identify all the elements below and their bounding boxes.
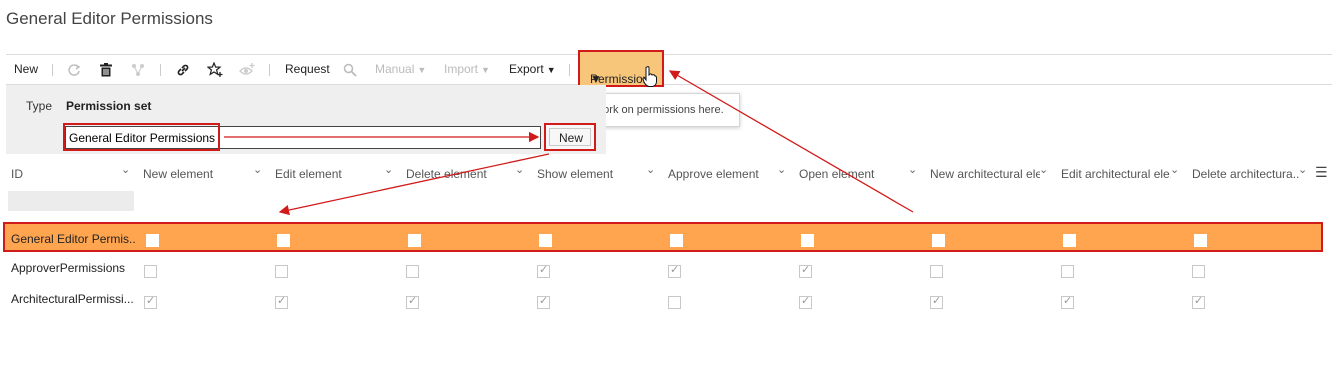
- column-menu-icon[interactable]: ☰: [1315, 164, 1328, 181]
- permission-checkbox[interactable]: [144, 265, 157, 278]
- permission-checkbox[interactable]: [1061, 294, 1074, 309]
- permission-checkbox[interactable]: [275, 265, 288, 278]
- chevron-down-icon[interactable]: ⌄: [1039, 163, 1048, 176]
- permission-checkbox[interactable]: [668, 263, 681, 278]
- toolbar-divider: [160, 64, 161, 76]
- permission-set-label: Permission set: [66, 99, 152, 113]
- chevron-down-icon[interactable]: ⌄: [1298, 163, 1307, 176]
- chevron-down-icon: ▼: [481, 65, 490, 75]
- chevron-down-icon[interactable]: ⌄: [1170, 163, 1179, 176]
- link-icon[interactable]: [175, 62, 191, 78]
- toolbar: New Request Manual ▼ Import ▼ Export ▼ Perm…: [6, 50, 1332, 87]
- toolbar-divider: [569, 64, 570, 76]
- permission-checkbox[interactable]: [1192, 265, 1205, 278]
- permission-checkbox[interactable]: [1061, 265, 1074, 278]
- refresh-icon[interactable]: [66, 62, 82, 78]
- table-row[interactable]: General Editor Permis...: [3, 222, 1323, 252]
- hierarchy-icon[interactable]: [130, 62, 146, 78]
- manual-dropdown[interactable]: Manual ▼: [375, 55, 426, 84]
- column-header-new-element[interactable]: New element: [143, 167, 250, 181]
- chevron-down-icon[interactable]: ⌄: [253, 163, 262, 176]
- permission-checkbox[interactable]: [801, 234, 814, 247]
- permission-checkbox[interactable]: [406, 265, 419, 278]
- permission-checkbox[interactable]: [408, 234, 421, 247]
- permission-checkbox[interactable]: [1063, 234, 1076, 247]
- permissions-dropdown[interactable]: Permissions ▼: [578, 50, 664, 87]
- export-label: Export: [509, 62, 544, 76]
- new-button-label: New: [559, 131, 584, 145]
- permission-checkbox[interactable]: [668, 296, 681, 309]
- permission-checkbox[interactable]: [144, 294, 157, 309]
- permission-checkbox[interactable]: [930, 294, 943, 309]
- permission-checkbox[interactable]: [537, 263, 550, 278]
- eye-add-icon[interactable]: [239, 62, 255, 78]
- hand-cursor-icon: [642, 66, 657, 87]
- column-header-show-element[interactable]: Show element: [537, 167, 644, 181]
- column-header-edit-architectural-element[interactable]: Edit architectural ele...: [1061, 167, 1171, 181]
- id-filter-input[interactable]: [8, 191, 134, 211]
- input-highlight-box: [63, 123, 220, 151]
- chevron-down-icon[interactable]: ⌄: [384, 163, 393, 176]
- permission-checkbox[interactable]: [146, 234, 159, 247]
- column-header-open-element[interactable]: Open element: [799, 167, 906, 181]
- request-button[interactable]: Request: [285, 55, 330, 84]
- toolbar-divider: [52, 64, 53, 76]
- new-permission-form: Type Permission set New: [6, 85, 606, 154]
- chevron-down-icon[interactable]: ⌄: [515, 163, 524, 176]
- permission-checkbox[interactable]: [537, 294, 550, 309]
- star-add-icon[interactable]: [207, 62, 223, 78]
- chevron-down-icon[interactable]: ⌄: [908, 163, 917, 176]
- table-row[interactable]: ApproverPermissions: [6, 253, 1332, 283]
- new-toolbar-button[interactable]: New: [14, 55, 38, 84]
- delete-icon[interactable]: [98, 62, 114, 78]
- chevron-down-icon: ▼: [590, 72, 602, 86]
- toolbar-divider: [269, 64, 270, 76]
- type-label: Type: [26, 99, 53, 113]
- table-row[interactable]: ArchitecturalPermissi...: [6, 284, 1332, 314]
- grid-header: ID ⌄ New element ⌄ Edit element ⌄ Delete…: [6, 162, 1332, 184]
- chevron-down-icon: ▼: [417, 65, 427, 75]
- column-header-delete-element[interactable]: Delete element: [406, 167, 513, 181]
- permission-checkbox[interactable]: [275, 294, 288, 309]
- permission-checkbox[interactable]: [932, 234, 945, 247]
- column-header-edit-element[interactable]: Edit element: [275, 167, 382, 181]
- export-dropdown[interactable]: Export ▼: [509, 55, 556, 84]
- page-title: General Editor Permissions: [6, 9, 213, 28]
- permission-checkbox[interactable]: [1192, 294, 1205, 309]
- permission-checkbox[interactable]: [799, 263, 812, 278]
- chevron-down-icon[interactable]: ⌄: [646, 163, 655, 176]
- row-id-cell: ArchitecturalPermissi...: [11, 292, 134, 306]
- import-dropdown[interactable]: Import ▼: [444, 55, 490, 84]
- permission-checkbox[interactable]: [277, 234, 290, 247]
- chevron-down-icon[interactable]: ⌄: [777, 163, 786, 176]
- column-header-approve-element[interactable]: Approve element: [668, 167, 775, 181]
- chevron-down-icon[interactable]: ⌄: [121, 163, 130, 176]
- create-permission-set-button[interactable]: New: [544, 123, 596, 151]
- permission-checkbox[interactable]: [930, 265, 943, 278]
- column-header-id[interactable]: ID: [11, 167, 111, 181]
- chevron-down-icon: ▼: [546, 65, 556, 75]
- manual-label: Manual: [375, 62, 415, 76]
- import-label: Import: [444, 62, 479, 76]
- search-icon[interactable]: [342, 62, 358, 78]
- row-id-cell: General Editor Permis...: [11, 232, 136, 246]
- column-header-delete-architectural-element[interactable]: Delete architectura...: [1192, 167, 1300, 181]
- permission-checkbox[interactable]: [799, 294, 812, 309]
- permission-checkbox[interactable]: [539, 234, 552, 247]
- permission-checkbox[interactable]: [406, 294, 419, 309]
- column-header-new-architectural-element[interactable]: New architectural ele...: [930, 167, 1040, 181]
- permission-checkbox[interactable]: [670, 234, 683, 247]
- permission-checkbox[interactable]: [1194, 234, 1207, 247]
- row-id-cell: ApproverPermissions: [11, 261, 126, 275]
